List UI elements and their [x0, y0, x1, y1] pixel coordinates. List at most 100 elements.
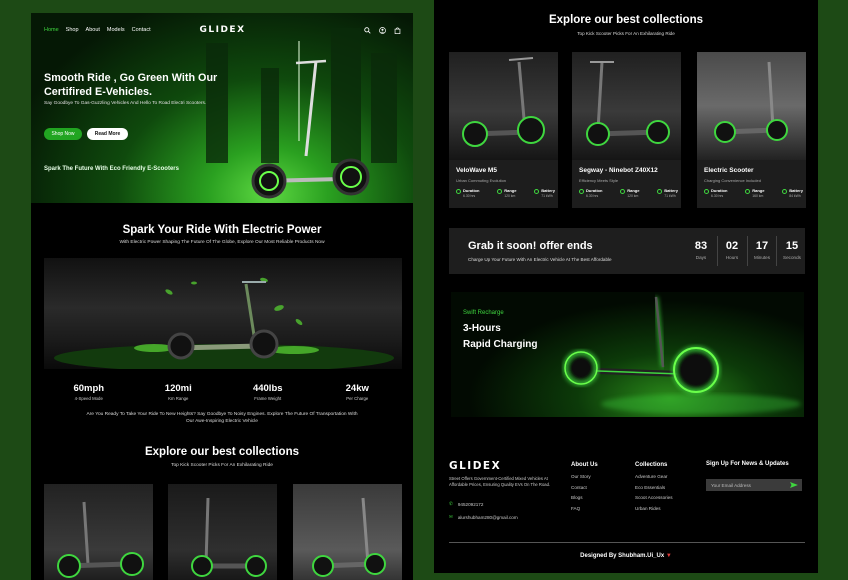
location-icon — [745, 189, 751, 194]
read-more-button[interactable]: Read More — [87, 128, 128, 140]
charging-banner: Swift Recharge 3-Hours Rapid Charging — [451, 292, 804, 417]
newsletter-title: Sign Up For News & Updates — [706, 461, 789, 467]
footer-collections-column: Collections Adventure Gear Eco Essential… — [635, 462, 673, 511]
spec-range: Range 160 km — [745, 188, 764, 198]
collections-title: Explore our best collections — [548, 14, 703, 26]
spec-duration: Duration 6.30 hrs — [579, 188, 602, 198]
designer-credit: Designed By Shubham.Ui_Ux ▼ — [580, 553, 672, 559]
newsletter-form — [706, 479, 802, 491]
footer-description: Street Offers Government-Certified Mixed… — [449, 476, 551, 487]
collections-preview — [44, 484, 402, 580]
footer-link[interactable]: Adventure Gear — [635, 474, 673, 479]
spec-battery: Battery 71 kWh — [534, 188, 555, 198]
brand-logo[interactable]: GLIDEX — [199, 25, 245, 35]
footer-link[interactable]: Scoot Accessories — [635, 495, 673, 500]
footer-link[interactable]: Our Story — [571, 474, 598, 479]
shop-now-button[interactable]: Shop Now — [44, 128, 82, 140]
product-name: Segway - Ninebot Z40X12 — [579, 167, 658, 174]
location-icon — [497, 189, 503, 194]
search-icon[interactable] — [364, 26, 371, 34]
hero-section: Home Shop About Models Contact GLIDEX Sm… — [31, 13, 413, 203]
stat-range: 120mi Km Range — [164, 383, 192, 401]
stat-speed: 60mph 4-Speed Mode — [73, 383, 105, 401]
email-input[interactable] — [711, 482, 791, 488]
nav-models[interactable]: Models — [107, 27, 125, 33]
clock-icon — [704, 189, 709, 194]
spec-duration: Duration 6.30 hrs — [704, 188, 727, 198]
right-landing-panel: Explore our best collections Top Kick Sc… — [434, 0, 818, 573]
leaf-scooter-image — [44, 258, 402, 369]
charging-tag: Swift Recharge — [463, 310, 504, 316]
countdown-seconds: 15 Seconds — [783, 240, 801, 260]
hero-scooter-image — [251, 41, 370, 199]
spec-range: Range 120 km — [620, 188, 639, 198]
left-landing-panel: Home Shop About Models Contact GLIDEX Sm… — [31, 13, 413, 580]
location-icon — [620, 189, 626, 194]
hero-subtitle: Say Goodbye To Gas-Guzzling Vehicles And… — [44, 101, 207, 106]
hero-title: Smooth Ride , Go Green With Our Certifir… — [44, 72, 218, 98]
product-desc: Charging Convenience Included — [704, 178, 761, 183]
send-icon[interactable] — [790, 482, 798, 488]
footer-link[interactable]: Urban Rides — [635, 506, 673, 511]
power-paragraph: Are You Ready To Take Your Ride To New H… — [86, 412, 358, 424]
power-section-subtitle: With Electric Power Shaping The Future O… — [119, 240, 325, 245]
spec-battery: Battery 71 kWh — [657, 188, 678, 198]
nav-about[interactable]: About — [86, 27, 100, 33]
footer-link[interactable]: Eco Essentials — [635, 485, 673, 490]
stats-row: 60mph 4-Speed Mode 120mi Km Range 440lbs Fr… — [44, 383, 402, 401]
spec-duration: Duration 6.30 hrs — [456, 188, 479, 198]
footer-link[interactable]: FAQ — [571, 506, 598, 511]
product-card-electric-scooter[interactable]: Electric Scooter Charging Convenience In… — [697, 52, 806, 208]
nav-contact[interactable]: Contact — [132, 27, 151, 33]
product-card[interactable] — [168, 484, 277, 580]
product-card-segway[interactable]: Segway - Ninebot Z40X12 Efficiency Meets… — [572, 52, 681, 208]
spec-range: Range 120 km — [497, 188, 516, 198]
product-desc: Efficiency Meets Style — [579, 178, 619, 183]
charging-scooter-image — [563, 296, 801, 414]
power-section-title: Spark Your Ride With Electric Power — [122, 224, 322, 236]
footer-divider — [449, 542, 805, 543]
offer-banner: Grab it soon! offer ends Charge Up Your … — [449, 228, 805, 274]
product-image — [449, 52, 558, 160]
footer-phone[interactable]: ✆ 9452092172 — [449, 501, 483, 507]
product-name: VeloWave M5 — [456, 167, 497, 174]
collections-subtitle: Top Kick Scooter Picks For An Exhilarati… — [577, 31, 675, 36]
battery-icon — [534, 189, 540, 194]
nav-shop[interactable]: Shop — [66, 27, 79, 33]
collections-title: Explore our best collections — [144, 446, 299, 458]
footer-link[interactable]: Contact — [571, 485, 598, 490]
stat-weight: 440lbs Frame Weight — [252, 383, 283, 401]
charging-headline: 3-Hours Rapid Charging — [463, 323, 538, 350]
countdown-minutes: 17 Minutes — [753, 240, 771, 260]
stat-power: 24kw Per Charge — [345, 383, 369, 401]
product-name: Electric Scooter — [704, 167, 754, 174]
phone-icon: ✆ — [449, 501, 453, 506]
nav-home[interactable]: Home — [44, 27, 59, 33]
footer-about-column: About Us Our Story Contact Blogs FAQ — [571, 462, 598, 511]
heart-icon: ▼ — [665, 553, 672, 559]
countdown-hours: 02 Hours — [725, 240, 739, 260]
footer-email[interactable]: ✉ alurshubham280@gmail.com — [449, 514, 518, 520]
product-desc: Urban Commuting Evolution — [456, 178, 507, 183]
product-card-velowave[interactable]: VeloWave M5 Urban Commuting Evolution Du… — [449, 52, 558, 208]
bag-icon[interactable] — [394, 26, 401, 34]
hero-tagline: Spark The Future With Eco Friendly E-Sco… — [44, 166, 179, 172]
product-image — [572, 52, 681, 160]
collections-subtitle: Top Kick Scooter Picks For An Exhilarati… — [171, 463, 273, 468]
footer-link[interactable]: Blogs — [571, 495, 598, 500]
offer-subtitle: Charge Up Your Future With An Electric V… — [468, 257, 612, 262]
clock-icon — [579, 189, 584, 194]
top-navbar: Home Shop About Models Contact GLIDEX — [44, 23, 401, 37]
battery-icon — [782, 189, 788, 194]
countdown-days: 83 Days — [694, 240, 708, 260]
mail-icon: ✉ — [449, 514, 453, 519]
product-image — [697, 52, 806, 160]
offer-title: Grab it soon! offer ends — [468, 240, 593, 252]
product-card[interactable] — [44, 484, 153, 580]
user-icon[interactable] — [379, 26, 386, 34]
product-card[interactable] — [293, 484, 402, 580]
clock-icon — [456, 189, 461, 194]
battery-icon — [657, 189, 663, 194]
footer-logo[interactable]: GLIDEX — [449, 460, 501, 472]
spec-battery: Battery 84 kWh — [782, 188, 803, 198]
